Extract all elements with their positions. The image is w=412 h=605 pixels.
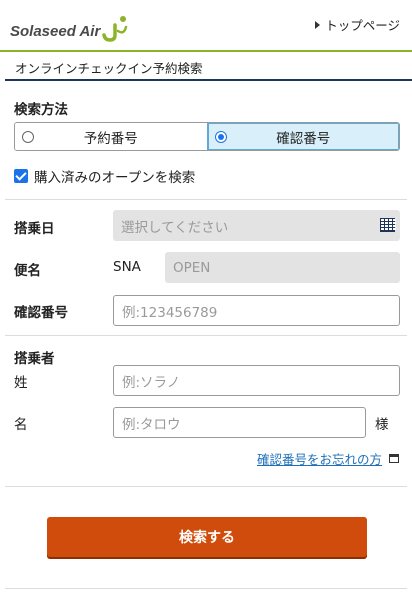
first-name-label: 名 bbox=[14, 417, 28, 433]
flight-number-label: 便名 bbox=[14, 263, 41, 279]
open-search-checkbox-label: 購入済みのオープンを検索 bbox=[34, 170, 196, 186]
flight-number-value: OPEN bbox=[173, 259, 211, 276]
open-search-checkbox-row[interactable]: 購入済みのオープンを検索 bbox=[14, 166, 195, 186]
logo-text: Solaseed Air bbox=[10, 23, 101, 40]
search-method-label: 検索方法 bbox=[14, 102, 68, 118]
radio-reservation-number-label: 予約番号 bbox=[83, 130, 138, 147]
page-title-bar: オンラインチェックイン予約検索 bbox=[5, 55, 412, 81]
first-name-input[interactable]: 例:タロウ bbox=[113, 407, 366, 438]
search-button[interactable]: 検索する bbox=[47, 517, 367, 557]
airline-code: SNA bbox=[113, 259, 141, 275]
passenger-label: 搭乗者 bbox=[14, 351, 55, 367]
top-page-link-label: トップページ bbox=[325, 18, 400, 33]
forgot-confirmation-link[interactable]: 確認番号をお忘れの方 bbox=[257, 449, 400, 468]
divider bbox=[5, 588, 407, 589]
calendar-icon[interactable] bbox=[380, 218, 396, 232]
confirmation-number-label: 確認番号 bbox=[14, 305, 68, 321]
last-name-label: 姓 bbox=[14, 375, 28, 391]
page-title: オンラインチェックイン予約検索 bbox=[15, 61, 203, 76]
confirmation-number-input[interactable]: 例:123456789 bbox=[113, 295, 400, 326]
header-accent-line bbox=[0, 50, 412, 52]
first-name-placeholder: 例:タロウ bbox=[122, 416, 181, 433]
search-method-radio-group: 予約番号 確認番号 bbox=[14, 122, 400, 151]
honorific-label: 様 bbox=[375, 417, 389, 433]
boarding-date-placeholder: 選択してください bbox=[121, 219, 229, 236]
confirmation-number-placeholder: 例:123456789 bbox=[122, 304, 218, 321]
open-search-checkbox[interactable] bbox=[14, 169, 28, 183]
logo[interactable]: Solaseed Air bbox=[10, 13, 128, 43]
search-button-label: 検索する bbox=[179, 530, 235, 546]
boarding-date-field[interactable]: 選択してください bbox=[113, 210, 400, 241]
radio-circle-unselected bbox=[22, 131, 34, 143]
divider bbox=[5, 199, 407, 200]
flight-number-field: OPEN bbox=[165, 252, 400, 283]
radio-confirmation-number-label: 確認番号 bbox=[276, 130, 331, 147]
radio-circle-selected bbox=[214, 131, 227, 143]
last-name-input[interactable]: 例:ソラノ bbox=[113, 365, 400, 396]
divider bbox=[5, 335, 407, 336]
forgot-confirmation-link-label: 確認番号をお忘れの方 bbox=[257, 452, 383, 467]
logo-swoosh-icon bbox=[102, 16, 128, 42]
divider bbox=[5, 486, 407, 487]
radio-confirmation-number[interactable]: 確認番号 bbox=[206, 123, 399, 150]
boarding-date-label: 搭乗日 bbox=[14, 221, 55, 237]
top-page-link[interactable]: トップページ bbox=[315, 15, 400, 34]
last-name-placeholder: 例:ソラノ bbox=[122, 374, 181, 391]
external-window-icon bbox=[389, 454, 400, 463]
arrow-right-icon bbox=[315, 20, 321, 29]
header: Solaseed Air トップページ bbox=[0, 0, 412, 50]
radio-reservation-number[interactable]: 予約番号 bbox=[15, 123, 207, 150]
